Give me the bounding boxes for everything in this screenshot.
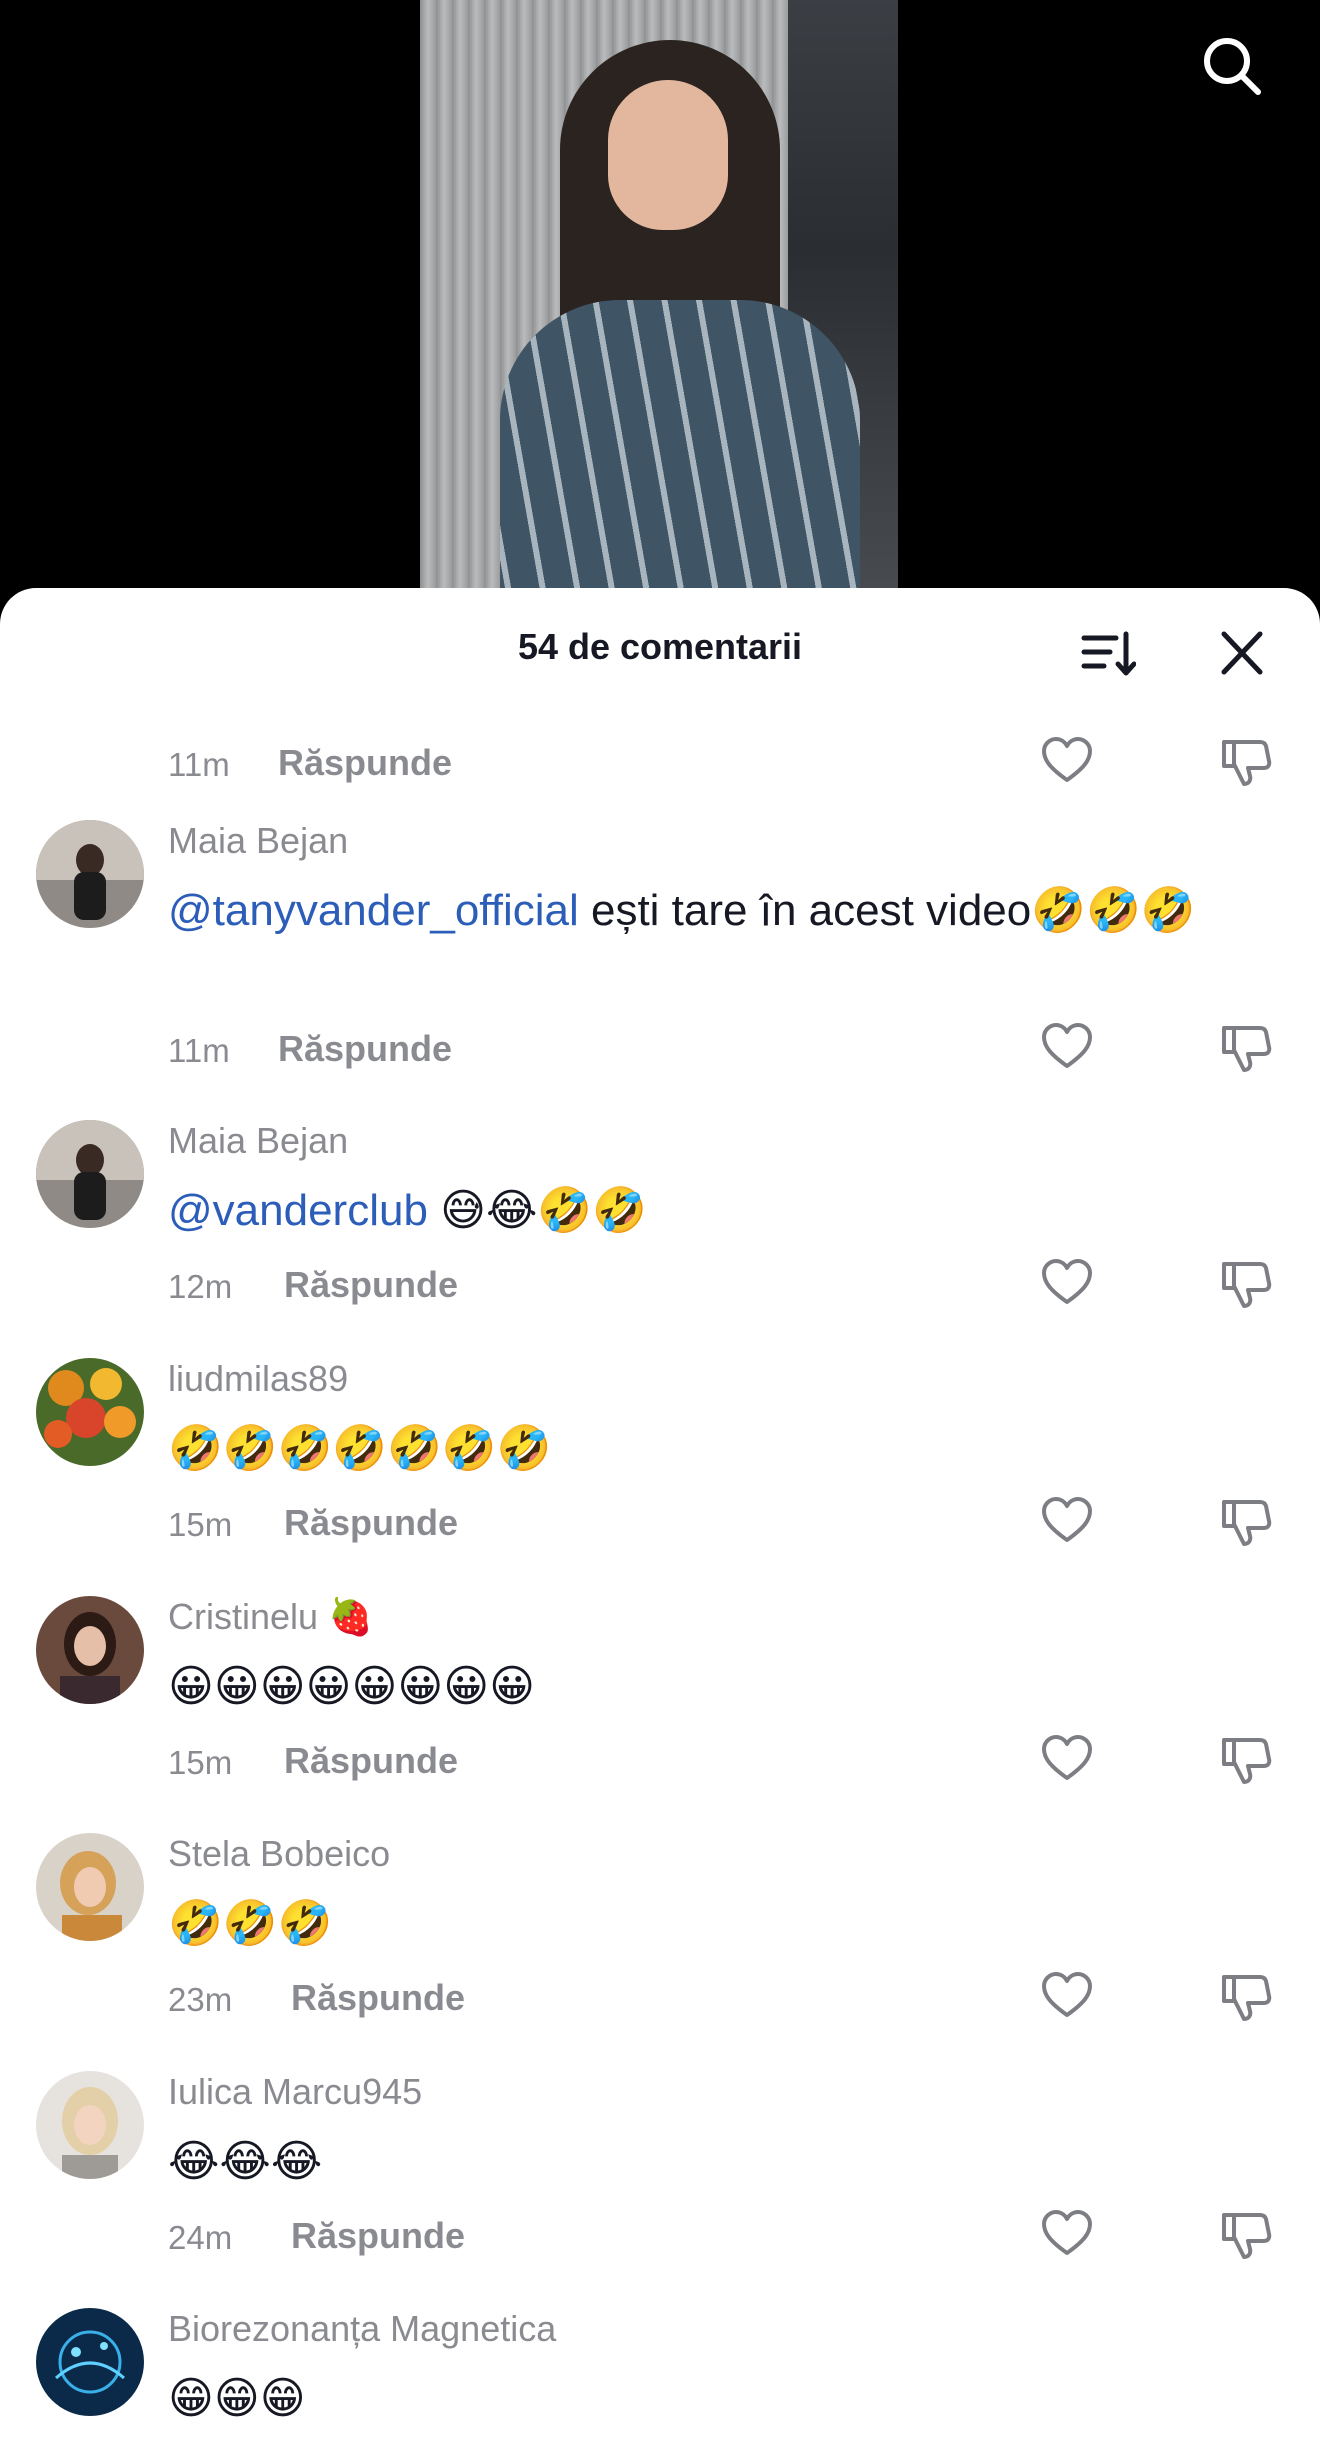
comment-meta-row: 15m Răspunde <box>168 1732 1320 1792</box>
video-player[interactable] <box>0 0 1320 620</box>
comment-time: 23m <box>168 1981 233 2018</box>
comment-item: Maia Bejan @tanyvander_official ești tar… <box>0 820 1320 1110</box>
heart-icon[interactable] <box>1040 1494 1094 1548</box>
comment-username[interactable]: Biorezonanța Magnetica <box>168 2308 556 2350</box>
comment-body: 😅😂🤣🤣 <box>427 1186 647 1235</box>
close-icon[interactable] <box>1214 628 1270 678</box>
comment-username[interactable]: Iulica Marcu945 <box>168 2071 422 2113</box>
comment-item: Maia Bejan @vanderclub 😅😂🤣🤣 12m Răspunde <box>0 1120 1320 1350</box>
reply-button[interactable]: Răspunde <box>278 1028 452 1070</box>
comment-body: 😂😂😂 <box>168 2137 323 2186</box>
comment-body: 😁😁😁 <box>168 2374 306 2423</box>
comment-time: 15m <box>168 1506 233 1543</box>
thumbs-down-icon[interactable] <box>1218 1256 1274 1312</box>
comment-username[interactable]: liudmilas89 <box>168 1358 348 1400</box>
search-icon[interactable] <box>1200 34 1264 98</box>
comment-text: 😀😀😀😀😀😀😀😀 <box>168 1654 1248 1720</box>
comment-item: Biorezonanța Magnetica 😁😁😁 <box>0 2308 1320 2454</box>
avatar[interactable] <box>36 1358 144 1466</box>
comment-time: 11m <box>168 746 230 783</box>
comment-text: @tanyvander_official ești tare în acest … <box>168 878 1248 944</box>
heart-icon[interactable] <box>1040 1732 1094 1786</box>
video-person-face <box>608 80 728 230</box>
comment-item: Iulica Marcu945 😂😂😂 24m Răspunde <box>0 2071 1320 2301</box>
reply-button[interactable]: Răspunde <box>284 1264 458 1306</box>
comment-item: Cristinelu 🍓 😀😀😀😀😀😀😀😀 15m Răspunde <box>0 1596 1320 1826</box>
reply-button[interactable]: Răspunde <box>291 2215 465 2257</box>
comment-text: @vanderclub 😅😂🤣🤣 <box>168 1178 1248 1244</box>
comment-text: 😂😂😂 <box>168 2129 1248 2195</box>
comment-time: 15m <box>168 1744 233 1781</box>
thumbs-down-icon[interactable] <box>1218 1969 1274 2025</box>
comment-meta-row: 12m Răspunde <box>168 1256 1320 1316</box>
video-frame <box>420 0 898 620</box>
comment-username[interactable]: Cristinelu 🍓 <box>168 1596 373 1638</box>
comment-meta-row: 23m Răspunde <box>168 1969 1320 2029</box>
comment-meta-row: 24m Răspunde <box>168 2207 1320 2267</box>
avatar[interactable] <box>36 1120 144 1228</box>
comment-item: liudmilas89 🤣🤣🤣🤣🤣🤣🤣 15m Răspunde <box>0 1358 1320 1588</box>
heart-icon[interactable] <box>1040 1969 1094 2023</box>
mention-link[interactable]: @vanderclub <box>168 1186 428 1235</box>
comment-time: 11m <box>168 1032 230 1069</box>
thumbs-down-icon[interactable] <box>1218 1020 1274 1076</box>
thumbs-down-icon[interactable] <box>1218 1732 1274 1788</box>
comment-meta-row: 11m Răspunde <box>168 734 1320 794</box>
thumbs-down-icon[interactable] <box>1218 2207 1274 2263</box>
avatar[interactable] <box>36 1596 144 1704</box>
comment-username[interactable]: Maia Bejan <box>168 820 348 862</box>
heart-icon[interactable] <box>1040 1256 1094 1310</box>
comment-body: ești tare în acest video🤣🤣🤣 <box>578 886 1196 935</box>
comment-username[interactable]: Stela Bobeico <box>168 1833 390 1875</box>
comment-time: 12m <box>168 1268 233 1305</box>
comments-sheet: 54 de comentarii 11m Răspunde Maia Bejan… <box>0 588 1320 2454</box>
video-person-robe <box>500 300 860 620</box>
comment-text: 🤣🤣🤣🤣🤣🤣🤣 <box>168 1416 1248 1482</box>
avatar[interactable] <box>36 1833 144 1941</box>
comment-meta-row: 11m Răspunde <box>168 1020 1320 1080</box>
heart-icon[interactable] <box>1040 1020 1094 1074</box>
mention-link[interactable]: @tanyvander_official <box>168 886 579 935</box>
thumbs-down-icon[interactable] <box>1218 1494 1274 1550</box>
thumbs-down-icon[interactable] <box>1218 734 1274 790</box>
comment-text: 🤣🤣🤣 <box>168 1891 1248 1957</box>
comment-body: 🤣🤣🤣 <box>168 1899 333 1948</box>
comment-username[interactable]: Maia Bejan <box>168 1120 348 1162</box>
reply-button[interactable]: Răspunde <box>291 1977 465 2019</box>
comments-header: 54 de comentarii <box>0 588 1320 712</box>
avatar[interactable] <box>36 2308 144 2416</box>
comment-time: 24m <box>168 2219 233 2256</box>
sort-icon[interactable] <box>1080 628 1136 678</box>
reply-button[interactable]: Răspunde <box>278 742 452 784</box>
reply-button[interactable]: Răspunde <box>284 1740 458 1782</box>
heart-icon[interactable] <box>1040 2207 1094 2261</box>
heart-icon[interactable] <box>1040 734 1094 788</box>
comment-body: 🤣🤣🤣🤣🤣🤣🤣 <box>168 1424 552 1473</box>
comment-item: Stela Bobeico 🤣🤣🤣 23m Răspunde <box>0 1833 1320 2063</box>
comment-meta-row: 15m Răspunde <box>168 1494 1320 1554</box>
reply-button[interactable]: Răspunde <box>284 1502 458 1544</box>
comment-text: 😁😁😁 <box>168 2366 1248 2432</box>
comment-body: 😀😀😀😀😀😀😀😀 <box>168 1662 535 1711</box>
avatar[interactable] <box>36 2071 144 2179</box>
avatar[interactable] <box>36 820 144 928</box>
